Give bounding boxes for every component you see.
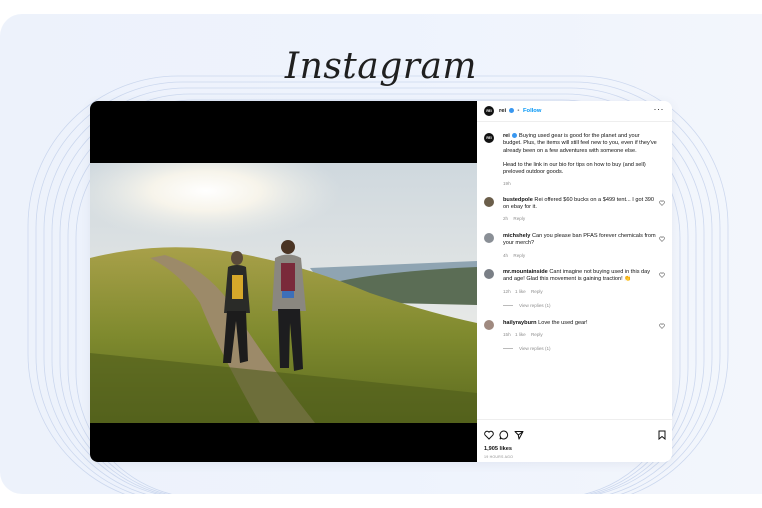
caption-username[interactable]: rei [503, 133, 510, 139]
likes-count[interactable]: 1,905 likes [484, 446, 512, 452]
rei-avatar[interactable]: REI [484, 133, 494, 143]
reply-button[interactable]: Reply [513, 253, 525, 258]
heart-icon[interactable] [659, 200, 665, 206]
comment-username[interactable]: michshely [503, 233, 530, 239]
author-username[interactable]: rei [499, 108, 506, 114]
replies-divider [503, 305, 513, 307]
caption-body: Buying used gear is good for the planet … [503, 133, 657, 154]
more-icon[interactable]: ··· [654, 104, 665, 114]
post-actions: 1,905 likes 19 HOURS AGO [477, 419, 672, 462]
replies-divider [503, 348, 513, 350]
bookmark-icon[interactable] [658, 430, 666, 440]
posted-ago: 19 HOURS AGO [484, 455, 514, 459]
verified-icon [508, 108, 514, 113]
view-replies-label: View replies (1) [519, 303, 551, 308]
comment-username[interactable]: mr.mountainside [503, 269, 548, 275]
comment-time: 4h [503, 253, 509, 258]
follow-button[interactable]: Follow [523, 108, 541, 114]
post-author: rei • Follow [499, 108, 541, 114]
comment-time: 15h [503, 332, 511, 337]
comment-text: mr.mountainside Cant imagine not buying … [503, 269, 657, 284]
comment-meta: 12h 1 like Reply [503, 289, 543, 294]
comment-username[interactable]: bustedpole [503, 197, 533, 203]
view-replies-button[interactable]: View replies (1) [503, 303, 551, 308]
commenter-avatar[interactable] [484, 233, 494, 243]
heart-icon[interactable] [659, 323, 665, 329]
background-panel: Instagram REI rei • Follow ··· REI rei B… [0, 14, 762, 494]
share-icon[interactable] [514, 430, 524, 440]
caption-time: 19h [503, 181, 511, 186]
post-header: REI rei • Follow ··· [477, 101, 672, 122]
heart-icon[interactable] [659, 236, 665, 242]
caption-text-2: Head to the link in our bio for tips on … [503, 162, 646, 176]
caption-text: rei Buying used gear is good for the pla… [503, 133, 657, 155]
comment-likes[interactable]: 1 like [515, 289, 526, 294]
heart-icon[interactable] [484, 430, 494, 440]
view-replies-label: View replies (1) [519, 346, 551, 351]
comment-username[interactable]: hailyrayburn [503, 320, 537, 326]
post-media[interactable] [90, 101, 477, 462]
comment-time: 2h [503, 216, 509, 221]
commenter-avatar[interactable] [484, 320, 494, 330]
comment-text: hailyrayburn Love the used gear! [503, 320, 657, 327]
verified-icon [512, 133, 518, 139]
instagram-logo: Instagram [284, 46, 478, 87]
instagram-post-card: REI rei • Follow ··· REI rei Buying used… [90, 101, 672, 462]
comment-meta: 2h Reply [503, 216, 525, 221]
separator-dot: • [517, 108, 520, 115]
comment-body: Love the used gear! [538, 320, 588, 326]
reply-button[interactable]: Reply [531, 289, 543, 294]
reply-button[interactable]: Reply [513, 216, 525, 221]
comment-meta: 15h 1 like Reply [503, 332, 543, 337]
comment-meta: 4h Reply [503, 253, 525, 258]
heart-icon[interactable] [659, 272, 665, 278]
reply-button[interactable]: Reply [531, 332, 543, 337]
comment-text: bustedpole Rei offered $60 bucks on a $4… [503, 197, 657, 212]
comment-icon[interactable] [499, 430, 509, 440]
post-side-panel: REI rei • Follow ··· REI rei Buying used… [477, 101, 672, 462]
comment-likes[interactable]: 1 like [515, 332, 526, 337]
comment-text: michshely Can you please ban PFAS foreve… [503, 233, 657, 248]
view-replies-button[interactable]: View replies (1) [503, 346, 551, 351]
hikers-photo [90, 163, 477, 423]
commenter-avatar[interactable] [484, 269, 494, 279]
commenter-avatar[interactable] [484, 197, 494, 207]
comment-time: 12h [503, 289, 511, 294]
rei-avatar[interactable]: REI [484, 106, 494, 116]
